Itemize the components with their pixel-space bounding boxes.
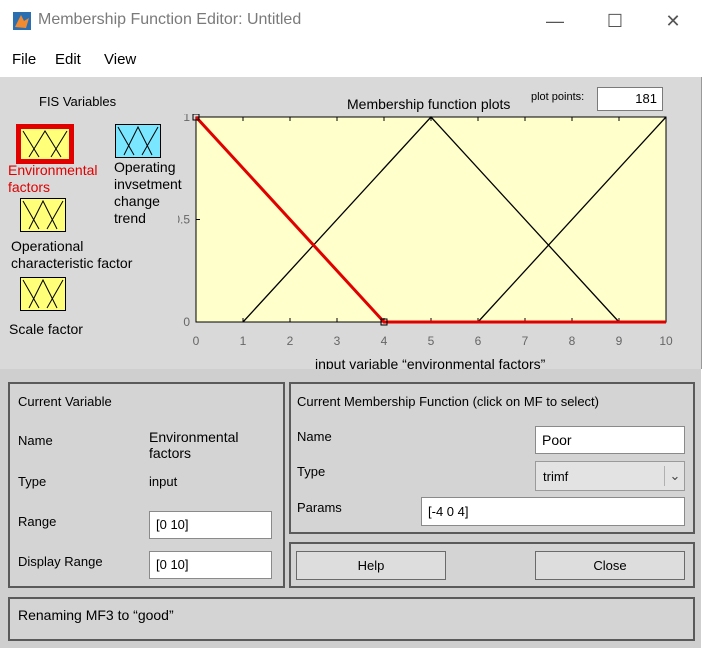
range-label: Range (18, 514, 57, 529)
window-title: Membership Function Editor: Untitled (38, 11, 302, 28)
close-button[interactable]: Close (535, 551, 685, 580)
matlab-logo-icon (13, 12, 31, 30)
var-name-label: Name (18, 433, 53, 448)
maximize-button[interactable]: ☐ (598, 8, 632, 34)
y-tick-label: 0 (183, 315, 190, 329)
x-tick-label: 5 (428, 334, 435, 348)
display-range-label: Display Range (18, 554, 103, 569)
x-tick-label: 7 (522, 334, 529, 348)
mf-icon (117, 125, 159, 156)
help-button[interactable]: Help (296, 551, 446, 580)
var-label-scale[interactable]: Scale factor (9, 321, 83, 338)
mf-params-input[interactable]: [-4 0 4] (421, 497, 685, 526)
plot-points-label: plot points: (531, 91, 585, 103)
mf-icon (21, 129, 69, 159)
x-tick-label: 8 (569, 334, 576, 348)
minimize-button[interactable]: — (538, 8, 572, 34)
current-mf-title: Current Membership Function (click on MF… (297, 394, 599, 409)
mf-icon (22, 199, 64, 230)
x-tick-label: 10 (659, 334, 673, 348)
close-window-button[interactable]: ✕ (656, 8, 690, 34)
var-icon-environmental[interactable] (16, 124, 74, 164)
var-icon-scale[interactable] (20, 277, 66, 311)
range-input[interactable]: [0 10] (149, 511, 272, 539)
mf-plots-title: Membership function plots (347, 96, 511, 112)
mf-params-label: Params (297, 500, 342, 515)
mf-type-select[interactable]: trimf ⌄ (535, 461, 685, 491)
var-label-operational[interactable]: Operational characteristic factor (11, 238, 132, 272)
x-tick-label: 4 (381, 334, 388, 348)
var-type-value: input (149, 474, 178, 489)
var-label-operating[interactable]: Operating invsetment change trend (114, 159, 182, 227)
mf-type-label: Type (297, 464, 326, 479)
x-tick-label: 3 (334, 334, 341, 348)
menu-file[interactable]: File (12, 51, 36, 68)
y-tick-label: 0.5 (178, 213, 190, 227)
fis-variables-title: FIS Variables (39, 94, 117, 109)
x-tick-label: 1 (240, 334, 247, 348)
var-icon-operational[interactable] (20, 198, 66, 232)
var-icon-operating[interactable] (115, 124, 161, 158)
x-tick-label: 9 (616, 334, 623, 348)
menu-edit[interactable]: Edit (55, 51, 81, 68)
plot-area (195, 116, 667, 323)
x-tick-label: 0 (193, 334, 200, 348)
x-tick-label: 2 (287, 334, 294, 348)
status-text: Renaming MF3 to “good” (18, 607, 174, 623)
x-tick-label: 6 (475, 334, 482, 348)
var-name-value: Environmental factors (149, 429, 239, 461)
display-range-input[interactable]: [0 10] (149, 551, 272, 579)
mf-name-input[interactable]: Poor (535, 426, 685, 454)
chevron-down-icon[interactable]: ⌄ (664, 466, 685, 486)
mf-icon (22, 278, 64, 309)
current-variable-title: Current Variable (18, 394, 112, 409)
mf-name-label: Name (297, 429, 332, 444)
y-tick-label: 1 (183, 114, 190, 124)
mf-type-value: trimf (543, 469, 569, 484)
mf-plot[interactable]: 01234567891000.51PoorGeneralGood (178, 114, 678, 359)
var-label-environmental[interactable]: Environmental factors (8, 162, 98, 196)
menu-view[interactable]: View (104, 51, 136, 68)
var-type-label: Type (18, 474, 47, 489)
plot-points-input[interactable]: 181 (597, 87, 663, 111)
